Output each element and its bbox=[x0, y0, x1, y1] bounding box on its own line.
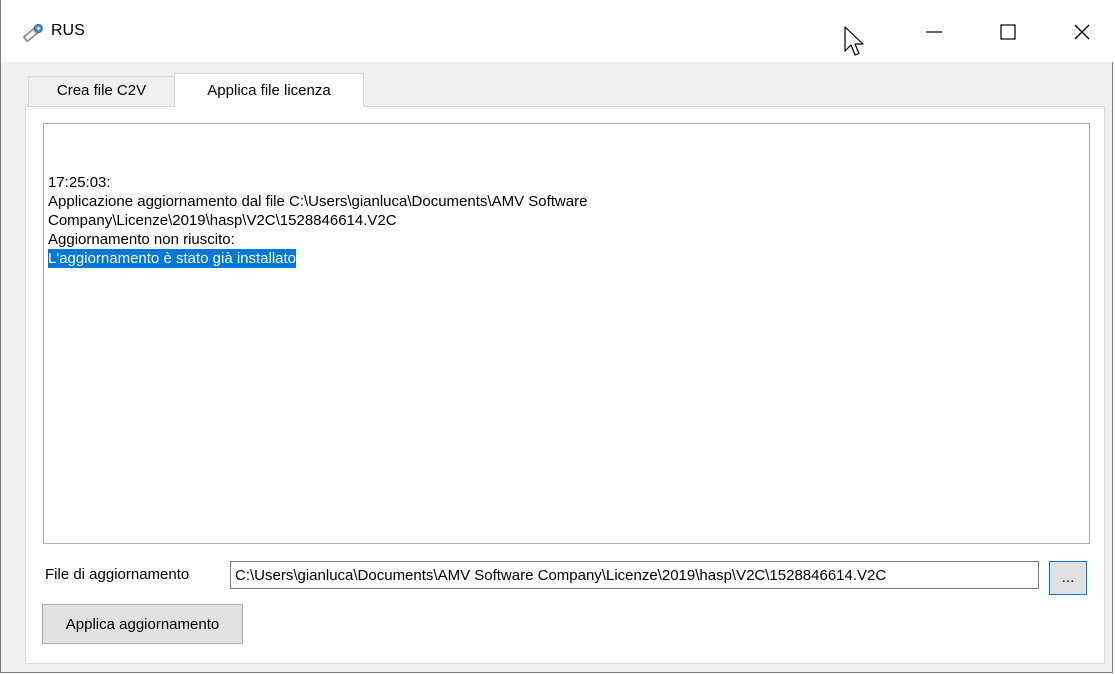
apply-update-button[interactable]: Applica aggiornamento bbox=[42, 604, 243, 644]
key-icon bbox=[23, 24, 43, 42]
close-button[interactable] bbox=[1059, 12, 1105, 52]
log-line: Company\Licenze\2019\hasp\V2C\1528846614… bbox=[48, 212, 397, 229]
tab-applica-file-licenza[interactable]: Applica file licenza bbox=[174, 73, 364, 107]
app-window: RUS Crea file C2V Applica file licenza 1… bbox=[0, 0, 1114, 673]
mouse-cursor-icon bbox=[844, 26, 864, 56]
title-bar[interactable]: RUS bbox=[1, 0, 1114, 62]
tab-crea-file-c2v[interactable]: Crea file C2V bbox=[28, 76, 175, 106]
file-label: File di aggiornamento bbox=[45, 566, 190, 583]
browse-button[interactable]: ... bbox=[1049, 561, 1087, 595]
log-line: Applicazione aggiornamento dal file C:\U… bbox=[48, 193, 588, 210]
log-timestamp: 17:25:03: bbox=[48, 174, 111, 191]
file-path-input[interactable] bbox=[230, 561, 1039, 589]
close-icon bbox=[1074, 24, 1090, 40]
log-line: Aggiornamento non riuscito: bbox=[48, 231, 235, 248]
window-title: RUS bbox=[51, 22, 85, 39]
log-output[interactable]: 17:25:03: Applicazione aggiornamento dal… bbox=[43, 123, 1090, 544]
maximize-button[interactable] bbox=[985, 12, 1031, 52]
maximize-icon bbox=[1000, 24, 1016, 40]
minimize-button[interactable] bbox=[911, 12, 957, 52]
log-selected-text[interactable]: L'aggiornamento è stato già installato bbox=[48, 249, 297, 268]
minimize-icon bbox=[926, 31, 942, 33]
